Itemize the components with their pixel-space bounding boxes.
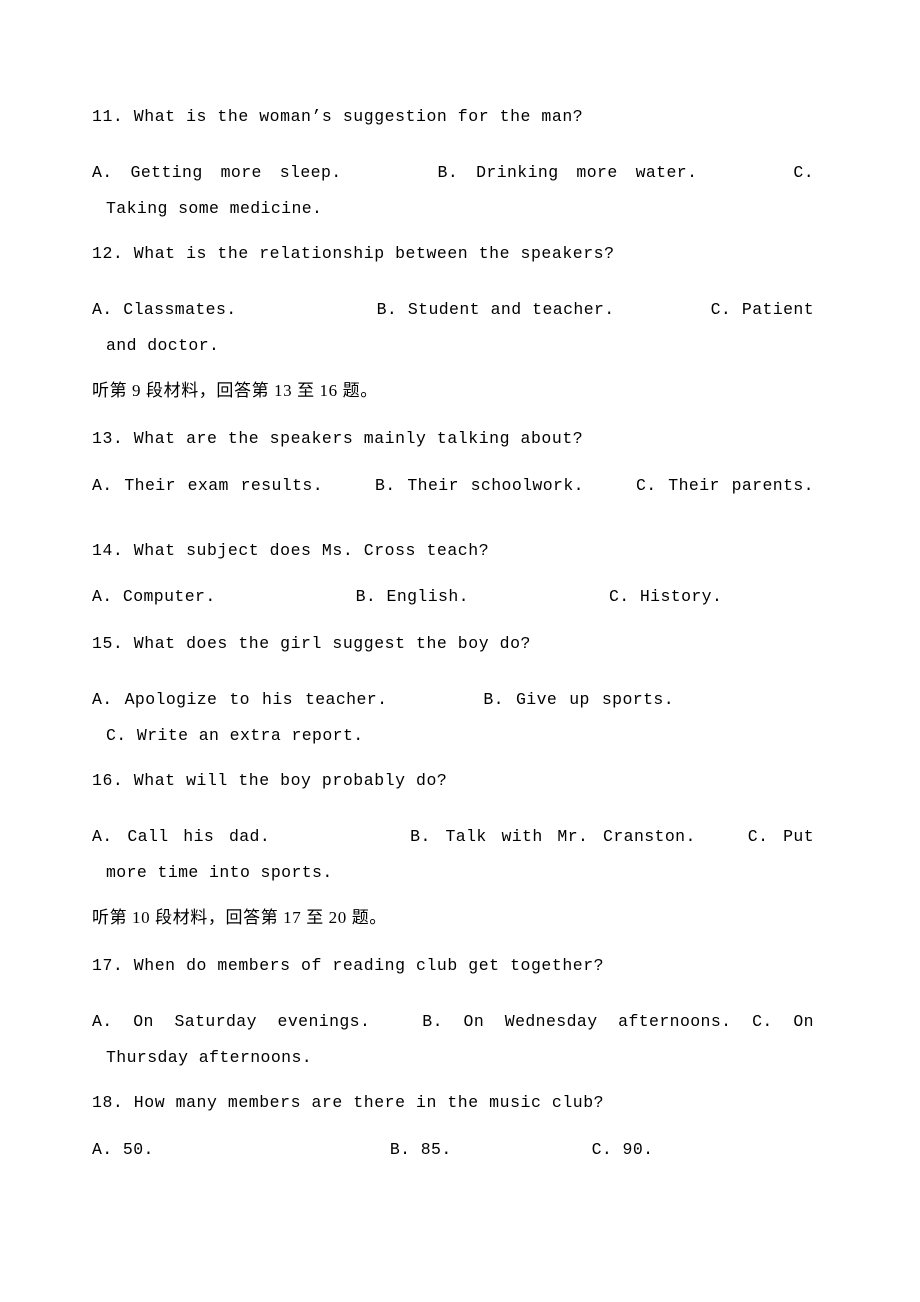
option-11-c-wrap[interactable]: medicine. bbox=[230, 199, 323, 218]
question-stem-14: 14. What subject does Ms. Cross teach? bbox=[92, 540, 490, 560]
option-15-b[interactable]: B. Give up sports. bbox=[483, 690, 674, 709]
question-options-11: A. Getting more sleep. B. Drinking more w… bbox=[92, 155, 814, 227]
option-16-c-wrap[interactable]: time into sports. bbox=[158, 863, 333, 882]
question-options-16: A. Call his dad. B. Talk with Mr. Cransto… bbox=[92, 819, 814, 891]
question-options-17: A. On Saturday evenings. B. On Wednesday … bbox=[92, 1004, 814, 1076]
question-stem-11: 11. What is the woman’s suggestion for t… bbox=[92, 107, 584, 126]
option-13-c[interactable]: C. Their parents. bbox=[636, 476, 814, 495]
option-13-b[interactable]: B. Their schoolwork. bbox=[375, 476, 584, 495]
option-15-c[interactable]: C. bbox=[106, 726, 127, 745]
question-options-15: A. Apologize to his teacher. B. Give up s… bbox=[92, 682, 814, 754]
option-15-c-wrap[interactable]: Write an extra report. bbox=[137, 726, 364, 745]
question-stem-18: 18. How many members are there in the mu… bbox=[92, 1093, 605, 1113]
option-14-a[interactable]: A. Computer. bbox=[92, 587, 216, 606]
question-stem-12: 12. What is the relationship between the… bbox=[92, 243, 615, 263]
section-header-passage-9: 听第 9 段材料，回答第 13 至 16 题。 bbox=[92, 380, 378, 400]
question-stem-17: 17. When do members of reading club get … bbox=[92, 956, 605, 976]
option-18-c[interactable]: C. 90. bbox=[592, 1140, 654, 1159]
question-stem-15: 15. What does the girl suggest the boy d… bbox=[92, 634, 531, 654]
option-18-b[interactable]: B. 85. bbox=[390, 1140, 452, 1159]
question-stem-13: 13. What are the speakers mainly talking… bbox=[92, 429, 584, 449]
option-12-b[interactable]: B. Student and teacher. bbox=[377, 300, 615, 319]
option-11-a[interactable]: A. Getting more sleep. bbox=[92, 163, 342, 182]
question-stem-16: 16. What will the boy probably do? bbox=[92, 771, 448, 790]
exam-page: 11. What is the woman’s suggestion for t… bbox=[0, 0, 920, 1302]
option-17-a[interactable]: A. On Saturday evenings. bbox=[92, 1012, 370, 1031]
option-13-a[interactable]: A. Their exam results. bbox=[92, 476, 323, 495]
question-options-14: A. Computer. B. English. C. History. bbox=[92, 588, 814, 606]
option-15-a[interactable]: A. Apologize to his teacher. bbox=[92, 690, 387, 709]
option-14-c[interactable]: C. History. bbox=[609, 587, 722, 606]
section-header-passage-10: 听第 10 段材料，回答第 17 至 20 题。 bbox=[92, 907, 387, 927]
option-12-a[interactable]: A. Classmates. bbox=[92, 300, 237, 319]
option-16-a[interactable]: A. Call his dad. bbox=[92, 827, 270, 846]
option-14-b[interactable]: B. English. bbox=[356, 587, 469, 606]
option-17-c-wrap[interactable]: afternoons. bbox=[199, 1048, 312, 1067]
option-12-c[interactable]: C. bbox=[711, 300, 732, 319]
question-options-18: A. 50. B. 85. C. 90. bbox=[92, 1141, 814, 1159]
option-18-a[interactable]: A. 50. bbox=[92, 1140, 154, 1159]
question-options-12: A. Classmates. B. Student and teacher. C. … bbox=[92, 292, 814, 364]
option-11-b[interactable]: B. Drinking more water. bbox=[438, 163, 698, 182]
option-17-b[interactable]: B. On Wednesday afternoons. bbox=[422, 1012, 731, 1031]
option-16-b[interactable]: B. Talk with Mr. Cranston. bbox=[410, 827, 696, 846]
question-options-13: A. Their exam results. B. Their schoolwor… bbox=[92, 477, 814, 513]
